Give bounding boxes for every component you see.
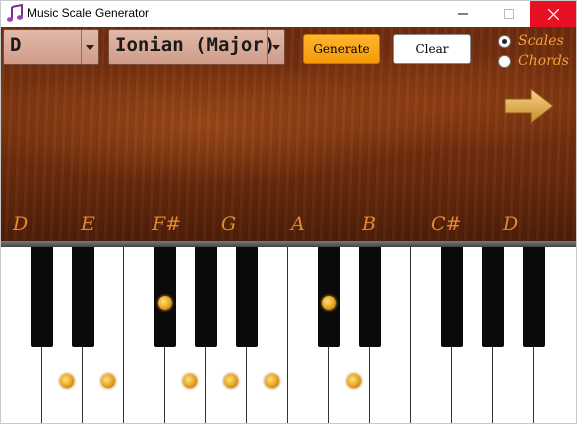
dropdown-arrow-icon — [272, 44, 280, 50]
scale-note-label: C# — [431, 213, 462, 235]
generate-button[interactable]: Generate — [303, 34, 380, 64]
control-panel: D Ionian (Major) Generate Clear Scales C… — [1, 27, 576, 241]
scale-note-marker — [322, 296, 336, 310]
scale-note-marker — [101, 374, 115, 388]
black-key[interactable] — [359, 247, 381, 347]
radio-chords[interactable]: Chords — [498, 53, 569, 69]
radio-chords-label: Chords — [518, 53, 569, 69]
close-icon — [547, 8, 559, 20]
key-select[interactable]: D — [3, 29, 99, 65]
scale-note-marker — [183, 374, 197, 388]
scale-note-marker — [158, 296, 172, 310]
scale-note-label: B — [362, 213, 376, 235]
black-key[interactable] — [31, 247, 53, 347]
minimize-button[interactable] — [440, 1, 486, 27]
black-key[interactable] — [482, 247, 504, 347]
key-select-value: D — [10, 34, 22, 56]
mode-select-arrow[interactable] — [267, 30, 284, 64]
scale-note-marker — [224, 374, 238, 388]
maximize-button[interactable] — [486, 1, 532, 27]
clear-button[interactable]: Clear — [393, 34, 471, 64]
dropdown-arrow-icon — [86, 44, 94, 50]
window-title: Music Scale Generator — [27, 6, 150, 20]
radio-scales-button[interactable] — [498, 34, 511, 48]
mode-select[interactable]: Ionian (Major) — [108, 29, 285, 65]
scale-note-label: F# — [152, 213, 182, 235]
black-key[interactable] — [72, 247, 94, 347]
music-note-icon — [7, 4, 23, 22]
black-key[interactable] — [523, 247, 545, 347]
scale-note-label: D — [503, 213, 519, 235]
app-window: Music Scale Generator D Ionian (Major) G… — [0, 0, 577, 424]
maximize-icon — [504, 9, 514, 19]
black-key[interactable] — [236, 247, 258, 347]
minimize-icon — [458, 13, 468, 15]
black-key[interactable] — [441, 247, 463, 347]
right-arrow-icon[interactable] — [503, 87, 555, 125]
radio-scales[interactable]: Scales — [498, 33, 564, 49]
scale-note-marker — [265, 374, 279, 388]
scale-note-marker — [60, 374, 74, 388]
scale-note-label: D — [13, 213, 29, 235]
piano-keyboard — [1, 241, 576, 423]
close-button[interactable] — [530, 1, 576, 27]
mode-select-value: Ionian (Major) — [115, 34, 276, 56]
black-key[interactable] — [195, 247, 217, 347]
radio-scales-label: Scales — [518, 33, 564, 49]
scale-note-marker — [347, 374, 361, 388]
radio-chords-button[interactable] — [498, 54, 511, 68]
key-select-arrow[interactable] — [81, 30, 98, 64]
title-bar: Music Scale Generator — [1, 1, 576, 27]
scale-note-label: A — [291, 213, 305, 235]
scale-note-label: G — [221, 213, 237, 235]
scale-note-label: E — [81, 213, 95, 235]
